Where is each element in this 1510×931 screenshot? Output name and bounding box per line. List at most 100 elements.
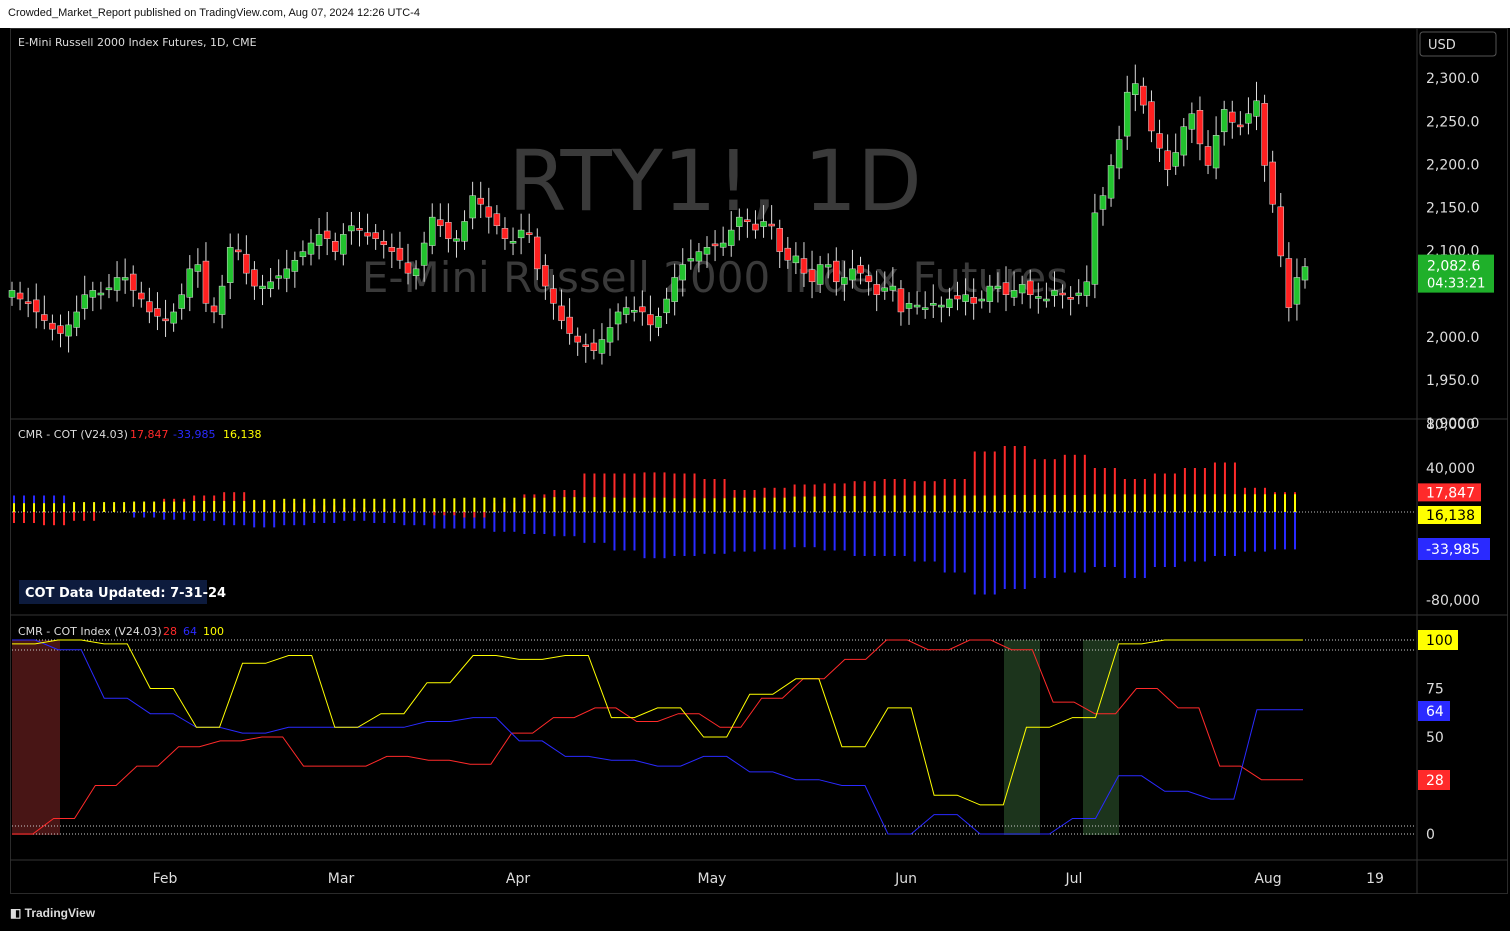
price-tick-label: 2,250.0 xyxy=(1426,114,1479,130)
candle-body xyxy=(218,285,226,315)
candle-body xyxy=(816,264,824,285)
candle-body xyxy=(647,314,654,326)
candle-body xyxy=(1051,290,1058,296)
candle-body xyxy=(332,241,339,252)
candle-body xyxy=(1293,277,1301,305)
candle-body xyxy=(356,228,363,231)
candle-body xyxy=(129,273,137,291)
candle-body xyxy=(41,314,48,321)
candle-body xyxy=(1035,296,1042,299)
candle-body xyxy=(202,260,210,304)
candle-body xyxy=(760,221,767,227)
candle-body xyxy=(1026,280,1034,295)
candle-body xyxy=(1269,161,1276,205)
candle-body xyxy=(857,265,864,274)
candle-body xyxy=(1261,103,1268,166)
candle-body xyxy=(558,305,565,321)
candle-body xyxy=(574,335,581,343)
countdown-label: 04:33:21 xyxy=(1427,277,1485,292)
candle-body xyxy=(978,298,985,302)
candle-body xyxy=(372,232,379,239)
commercials-index-badge-label: 28 xyxy=(1426,773,1444,789)
cot-index-header-commercials: 28 xyxy=(163,625,177,638)
x-tick-label: Mar xyxy=(328,871,355,887)
candle-body xyxy=(590,342,598,351)
candle-body xyxy=(1115,139,1123,169)
candle-body xyxy=(1140,85,1147,106)
x-tick-label: Jul xyxy=(1065,871,1083,887)
candle-body xyxy=(8,290,16,298)
candle-body xyxy=(178,294,185,309)
x-tick-label: May xyxy=(698,871,727,887)
candle-body xyxy=(1002,282,1010,295)
cot-header-commercials: 17,847 xyxy=(130,428,169,441)
candle-body xyxy=(412,268,420,277)
commercials-badge-label: 17,847 xyxy=(1426,485,1475,501)
candle-body xyxy=(1196,110,1204,145)
extreme-zone-shade xyxy=(1004,640,1040,835)
cot-header-large: -33,985 xyxy=(173,428,215,441)
candle-body xyxy=(824,264,832,268)
candle-body xyxy=(1172,152,1179,167)
candle-body xyxy=(1180,126,1188,156)
candle-body xyxy=(73,311,80,328)
candle-body xyxy=(865,275,872,283)
candle-body xyxy=(162,318,169,322)
x-tick-label: Aug xyxy=(1254,871,1281,887)
candle-body xyxy=(291,259,299,272)
candle-body xyxy=(428,216,436,246)
candle-body xyxy=(1043,298,1050,302)
candle-body xyxy=(1132,83,1139,96)
extreme-zone-shade xyxy=(12,640,60,835)
candle-body xyxy=(437,219,444,227)
candle-body xyxy=(598,339,606,354)
candle-body xyxy=(1237,124,1244,128)
cot-index-tick: 0 xyxy=(1426,827,1435,843)
last-price-label: 2,082.6 xyxy=(1427,259,1481,275)
candle-body xyxy=(873,284,880,295)
candle-body xyxy=(420,242,428,266)
candle-body xyxy=(315,234,323,246)
candle-body xyxy=(1123,91,1131,137)
candle-body xyxy=(404,262,412,274)
candle-body xyxy=(744,219,751,222)
candle-body xyxy=(1010,290,1018,298)
candle-body xyxy=(1164,150,1171,170)
candle-body xyxy=(1220,109,1228,133)
footer: ◧ TradingView xyxy=(0,895,1510,931)
tradingview-logo[interactable]: ◧ TradingView xyxy=(10,906,95,920)
candle-body xyxy=(582,344,590,347)
x-tick-label: Jun xyxy=(894,871,917,887)
candle-body xyxy=(1059,292,1066,296)
cot-index-tick: 50 xyxy=(1426,730,1444,746)
candle-body xyxy=(493,213,501,227)
chart-canvas[interactable]: RTY1!, 1D E-Mini Russell 2000 Index Futur… xyxy=(0,0,1510,931)
price-tick-label: 2,000.0 xyxy=(1426,330,1479,346)
candle-body xyxy=(396,247,404,261)
candle-body xyxy=(1067,297,1074,300)
candle-body xyxy=(1083,281,1091,296)
candle-body xyxy=(81,294,88,309)
candle-body xyxy=(687,258,695,262)
candle-body xyxy=(1285,258,1293,308)
candle-body xyxy=(736,216,743,227)
candle-body xyxy=(970,297,977,304)
candle-body xyxy=(930,303,937,306)
candle-body xyxy=(784,247,792,261)
candle-body xyxy=(671,277,678,302)
candle-body xyxy=(808,269,816,283)
candle-body xyxy=(1107,165,1115,199)
candle-body xyxy=(525,232,533,235)
cot-index-header-large: 64 xyxy=(183,625,197,638)
candle-body xyxy=(849,268,856,281)
tradingview-logo-icon: ◧ xyxy=(10,906,25,920)
cot-index-title: CMR - COT Index (V24.03) xyxy=(18,625,162,638)
candle-body xyxy=(97,292,105,296)
large-index-badge-label: 64 xyxy=(1426,704,1444,720)
candle-body xyxy=(49,322,56,330)
candle-body xyxy=(946,298,953,308)
small-spec-badge-label: 16,138 xyxy=(1426,508,1475,524)
candle-body xyxy=(776,228,783,252)
candle-body xyxy=(251,269,258,287)
price-tick-label: 1,950.0 xyxy=(1426,373,1479,389)
